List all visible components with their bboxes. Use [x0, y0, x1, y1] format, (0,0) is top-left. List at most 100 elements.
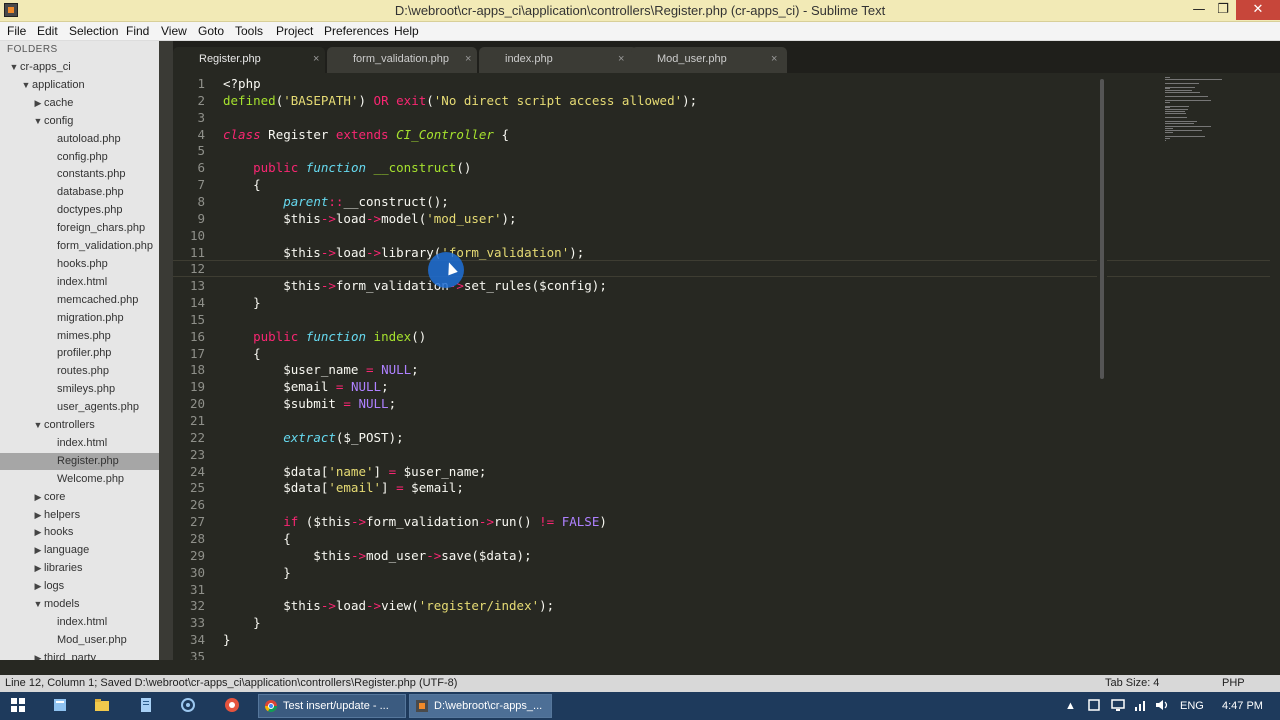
- code-line[interactable]: }: [223, 295, 261, 310]
- volume-icon[interactable]: [1154, 697, 1170, 713]
- menu-project[interactable]: Project: [276, 24, 313, 38]
- sidebar-item[interactable]: ▼ models: [0, 596, 159, 613]
- network-icon[interactable]: [180, 697, 196, 713]
- document-icon[interactable]: [138, 697, 154, 713]
- code-line[interactable]: $user_name = NULL;: [223, 362, 419, 377]
- sidebar-item[interactable]: smileys.php: [0, 381, 159, 398]
- chevron-right-icon[interactable]: ▶: [32, 650, 44, 660]
- code-line[interactable]: public function index(): [223, 329, 426, 344]
- sidebar-item[interactable]: migration.php: [0, 310, 159, 327]
- code-line[interactable]: $this->load->library('form_validation');: [223, 245, 584, 260]
- status-syntax[interactable]: PHP: [1222, 677, 1245, 689]
- code-line[interactable]: }: [223, 565, 291, 580]
- maximize-button[interactable]: ❐: [1208, 0, 1238, 20]
- tab-close-icon[interactable]: ×: [313, 47, 319, 71]
- close-button[interactable]: ✕: [1236, 0, 1280, 20]
- sidebar-item[interactable]: ▶ language: [0, 542, 159, 559]
- tab-close-icon[interactable]: ×: [465, 47, 471, 71]
- sidebar-item[interactable]: user_agents.php: [0, 399, 159, 416]
- chevron-right-icon[interactable]: ▶: [32, 489, 44, 506]
- sidebar-item[interactable]: database.php: [0, 184, 159, 201]
- sidebar-item[interactable]: hooks.php: [0, 256, 159, 273]
- input-language[interactable]: ENG: [1180, 700, 1204, 712]
- code-line[interactable]: {: [223, 531, 291, 546]
- tab-mod-user[interactable]: Mod_user.php ×: [631, 47, 787, 73]
- sidebar-item[interactable]: autoload.php: [0, 131, 159, 148]
- code-line[interactable]: }: [223, 632, 231, 647]
- tab-form-validation[interactable]: form_validation.php ×: [327, 47, 477, 73]
- sidebar-item[interactable]: memcached.php: [0, 292, 159, 309]
- tab-close-icon[interactable]: ×: [618, 47, 624, 71]
- taskbar-task-browser[interactable]: Test insert/update - ...: [258, 694, 406, 718]
- sidebar-item[interactable]: ▼ cr-apps_ci: [0, 59, 159, 76]
- sidebar-item[interactable]: doctypes.php: [0, 202, 159, 219]
- menu-selection[interactable]: Selection: [69, 24, 118, 38]
- sidebar-item[interactable]: ▶ cache: [0, 95, 159, 112]
- sidebar-item[interactable]: index.html: [0, 435, 159, 452]
- menu-help[interactable]: Help: [394, 24, 419, 38]
- sidebar-item[interactable]: ▼ config: [0, 113, 159, 130]
- menu-edit[interactable]: Edit: [37, 24, 58, 38]
- code-line[interactable]: $data['email'] = $email;: [223, 480, 464, 495]
- sidebar-item[interactable]: profiler.php: [0, 345, 159, 362]
- scrollbar-thumb[interactable]: [1100, 79, 1104, 379]
- code-line[interactable]: $this->load->view('register/index');: [223, 598, 554, 613]
- code-line[interactable]: parent::__construct();: [223, 194, 449, 209]
- chevron-right-icon[interactable]: ▶: [32, 542, 44, 559]
- action-center-icon[interactable]: [1086, 697, 1102, 713]
- tab-register[interactable]: Register.php ×: [173, 47, 325, 73]
- code-line[interactable]: extract($_POST);: [223, 430, 403, 445]
- sidebar-item[interactable]: ▼ application: [0, 77, 159, 94]
- taskbar-task-sublime[interactable]: D:\webroot\cr-apps_...: [409, 694, 552, 718]
- sidebar-item[interactable]: mimes.php: [0, 328, 159, 345]
- chevron-right-icon[interactable]: ▶: [32, 524, 44, 541]
- code-line[interactable]: if ($this->form_validation->run() != FAL…: [223, 514, 607, 529]
- sidebar-item[interactable]: form_validation.php: [0, 238, 159, 255]
- code-line[interactable]: {: [223, 346, 261, 361]
- sidebar-item[interactable]: ▶ third_party: [0, 650, 159, 660]
- chevron-right-icon[interactable]: ▶: [32, 560, 44, 577]
- minimap[interactable]: [1161, 73, 1270, 153]
- wifi-icon[interactable]: [1132, 697, 1148, 713]
- explorer-icon[interactable]: [52, 697, 68, 713]
- code-line[interactable]: <?php: [223, 76, 261, 91]
- menu-preferences[interactable]: Preferences: [324, 24, 389, 38]
- sidebar-item[interactable]: Register.php: [0, 452, 159, 470]
- code-line[interactable]: $email = NULL;: [223, 379, 388, 394]
- monitor-icon[interactable]: [1110, 697, 1126, 713]
- code-line[interactable]: $data['name'] = $user_name;: [223, 464, 486, 479]
- chevron-right-icon[interactable]: ▶: [32, 507, 44, 524]
- code-line[interactable]: $this->mod_user->save($data);: [223, 548, 531, 563]
- clock[interactable]: 4:47 PM: [1222, 700, 1263, 712]
- code-line[interactable]: public function __construct(): [223, 160, 471, 175]
- chevron-right-icon[interactable]: ▶: [32, 578, 44, 595]
- sidebar-item[interactable]: index.html: [0, 274, 159, 291]
- sidebar-item[interactable]: constants.php: [0, 166, 159, 183]
- chevron-down-icon[interactable]: ▼: [8, 59, 20, 76]
- chevron-down-icon[interactable]: ▼: [32, 417, 44, 434]
- chevron-down-icon[interactable]: ▼: [20, 77, 32, 94]
- code-line[interactable]: class Register extends CI_Controller {: [223, 127, 509, 142]
- tray-expand-icon[interactable]: ▲: [1065, 700, 1076, 712]
- code-line[interactable]: defined('BASEPATH') OR exit('No direct s…: [223, 93, 697, 108]
- sidebar-item[interactable]: ▼ controllers: [0, 417, 159, 434]
- menu-find[interactable]: Find: [126, 24, 149, 38]
- sidebar-item[interactable]: ▶ helpers: [0, 507, 159, 524]
- code-line[interactable]: }: [223, 615, 261, 630]
- menu-view[interactable]: View: [161, 24, 187, 38]
- sidebar-item[interactable]: foreign_chars.php: [0, 220, 159, 237]
- editor-scrollbar[interactable]: [1097, 73, 1107, 660]
- app-icon[interactable]: [224, 697, 240, 713]
- sidebar-item[interactable]: index.html: [0, 614, 159, 631]
- code-line[interactable]: {: [223, 177, 261, 192]
- chevron-down-icon[interactable]: ▼: [32, 113, 44, 130]
- tab-close-icon[interactable]: ×: [771, 47, 777, 71]
- chevron-right-icon[interactable]: ▶: [32, 95, 44, 112]
- code-line[interactable]: $this->form_validation->set_rules($confi…: [223, 278, 607, 293]
- status-tab-size[interactable]: Tab Size: 4: [1105, 677, 1159, 689]
- sidebar-item[interactable]: ▶ logs: [0, 578, 159, 595]
- sidebar-item[interactable]: config.php: [0, 149, 159, 166]
- sidebar-divider[interactable]: [159, 41, 173, 660]
- sidebar-item[interactable]: Welcome.php: [0, 471, 159, 488]
- chevron-down-icon[interactable]: ▼: [32, 596, 44, 613]
